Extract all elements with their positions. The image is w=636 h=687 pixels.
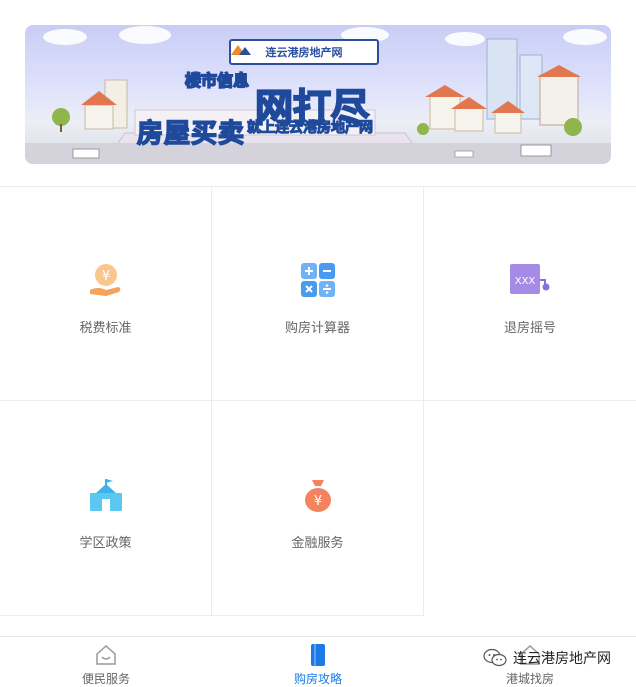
house-smile-icon [96, 644, 116, 665]
guide-book-icon [311, 644, 325, 666]
nav-item-guide[interactable]: 购房攻略 [212, 637, 424, 687]
service-lottery[interactable]: XXX 退房摇号 [424, 186, 636, 401]
service-label: 退房摇号 [503, 320, 556, 335]
money-bag-icon: ¥ [304, 480, 331, 512]
banner-title-line1: 楼市信息 [184, 72, 250, 91]
service-calculator[interactable]: 购房计算器 [212, 186, 424, 401]
service-grid: ¥ 税费标准 购房计算器 XXX 退房摇号 学区政策 ¥ 金融服务 [0, 186, 636, 617]
banner-brand-text: 连云港房地产网 [265, 47, 343, 59]
svg-text:¥: ¥ [101, 269, 109, 284]
svg-text:¥: ¥ [313, 494, 321, 509]
nav-label: 便民服务 [81, 672, 130, 686]
calculator-icon [300, 263, 335, 297]
banner-title-line3: 就上连云港房地产网 [247, 119, 374, 136]
brand-logo-icon [231, 45, 251, 55]
service-label: 税费标准 [79, 320, 132, 335]
service-label: 金融服务 [291, 535, 344, 550]
service-label: 购房计算器 [284, 320, 350, 335]
wechat-watermark: 连云港房地产网 [483, 648, 611, 668]
school-building-icon [89, 479, 122, 511]
watermark-text: 连云港房地产网 [513, 650, 611, 666]
service-tax[interactable]: ¥ 税费标准 [0, 186, 212, 401]
nav-label: 港城找房 [505, 672, 554, 686]
service-school[interactable]: 学区政策 [0, 401, 212, 616]
lottery-xxx-icon: XXX [510, 264, 550, 294]
banner-title-line2: 房屋买卖 [136, 117, 246, 149]
nav-item-convenience[interactable]: 便民服务 [0, 637, 212, 687]
service-finance[interactable]: ¥ 金融服务 [212, 401, 424, 616]
service-label: 学区政策 [79, 535, 132, 550]
tax-coin-hand-icon: ¥ [89, 264, 120, 296]
nav-label: 购房攻略 [293, 672, 342, 686]
wechat-icon [483, 648, 507, 667]
svg-text:XXX: XXX [515, 276, 536, 287]
banner-brand-badge: 连云港房地产网 [229, 39, 379, 65]
promo-banner[interactable]: 连云港房地产网 楼市信息 网打尽 房屋买卖 就上连云港房地产网 [25, 25, 611, 164]
